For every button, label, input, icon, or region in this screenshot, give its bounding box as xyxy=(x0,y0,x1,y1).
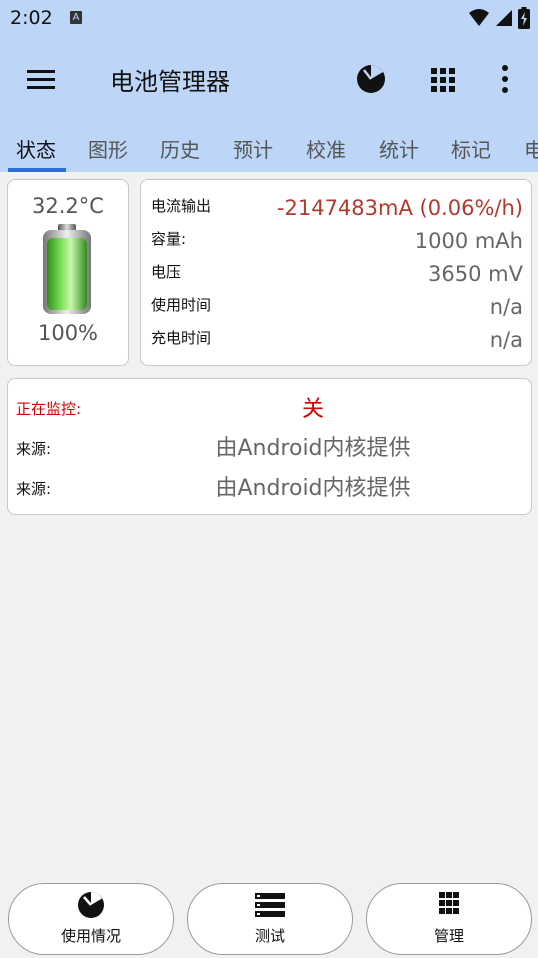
monitoring-value[interactable]: 关 xyxy=(188,391,438,423)
usage-button[interactable] xyxy=(352,60,390,98)
tab-markers[interactable]: 标记 xyxy=(451,134,491,163)
tab-more[interactable]: 电 xyxy=(524,134,538,163)
usage-time-value: n/a xyxy=(489,295,523,319)
battery-percent: 100% xyxy=(37,321,99,345)
info-row-current: 电流输出 -2147483mA (0.06%/h) xyxy=(151,190,523,220)
tab-status[interactable]: 状态 xyxy=(16,134,56,163)
menu-button[interactable] xyxy=(22,60,60,98)
status-time: 2:02 xyxy=(10,7,53,29)
temperature-value: 32.2°C xyxy=(32,194,104,218)
hamburger-menu-icon xyxy=(27,70,55,89)
tab-history[interactable]: 历史 xyxy=(160,134,200,163)
current-value: -2147483mA (0.06%/h) xyxy=(276,196,523,220)
tab-estimate[interactable]: 预计 xyxy=(233,134,273,163)
charge-time-label: 充电时间 xyxy=(151,329,212,347)
usage-time-label: 使用时间 xyxy=(151,296,212,314)
voltage-value: 3650 mV xyxy=(428,262,523,286)
list-icon xyxy=(255,893,285,917)
battery-card: 32.2°C 100% xyxy=(7,179,129,366)
app-title: 电池管理器 xyxy=(110,68,230,96)
tab-bar: 状态 图形 历史 预计 校准 统计 标记 电 xyxy=(0,120,538,172)
notification-icon: A xyxy=(70,11,82,24)
tab-graph[interactable]: 图形 xyxy=(88,134,128,163)
manage-bottom-button[interactable]: 管理 xyxy=(366,883,532,955)
usage-bottom-button[interactable]: 使用情况 xyxy=(8,883,174,955)
source-value: 由Android内核提供 xyxy=(215,476,411,501)
status-bar: 2:02 A xyxy=(0,0,538,36)
battery-info-card: 电流输出 -2147483mA (0.06%/h) 容量: 1000 mAh 电… xyxy=(140,179,532,366)
battery-level-icon xyxy=(43,224,91,314)
test-bottom-label: 测试 xyxy=(254,927,285,945)
grid-icon xyxy=(439,892,459,914)
usage-bottom-label: 使用情况 xyxy=(60,927,121,945)
monitoring-label: 正在监控: xyxy=(16,400,82,418)
battery-status-icon xyxy=(518,7,530,29)
info-row-capacity: 容量: 1000 mAh xyxy=(151,223,523,253)
app-bar: 电池管理器 xyxy=(0,36,538,120)
grid-icon xyxy=(431,68,455,92)
signal-icon xyxy=(496,10,512,26)
charge-time-value: n/a xyxy=(489,328,523,352)
manage-bottom-label: 管理 xyxy=(433,927,464,945)
source-label: 来源: xyxy=(16,440,52,458)
capacity-value: 1000 mAh xyxy=(414,229,523,253)
tab-indicator xyxy=(8,168,66,172)
source-label: 来源: xyxy=(16,480,52,498)
voltage-label: 电压 xyxy=(151,263,182,281)
more-vertical-icon xyxy=(502,65,508,93)
info-row-usage-time: 使用时间 n/a xyxy=(151,289,523,319)
capacity-label: 容量: xyxy=(151,230,187,248)
monitor-card[interactable]: 正在监控: 关 来源: 由Android内核提供 来源: 由Android内核提… xyxy=(7,378,532,515)
current-label: 电流输出 xyxy=(151,197,212,215)
pie-chart-icon xyxy=(78,892,104,918)
pie-chart-icon xyxy=(357,65,385,93)
test-bottom-button[interactable]: 测试 xyxy=(187,883,353,955)
tab-calibrate[interactable]: 校准 xyxy=(306,134,346,163)
wifi-icon xyxy=(469,9,489,26)
info-row-voltage: 电压 3650 mV xyxy=(151,256,523,286)
tab-statistics[interactable]: 统计 xyxy=(379,134,419,163)
source-value: 由Android内核提供 xyxy=(215,436,411,461)
status-icons xyxy=(468,7,530,29)
more-options-button[interactable] xyxy=(488,60,522,98)
grid-button[interactable] xyxy=(424,60,462,98)
info-row-charge-time: 充电时间 n/a xyxy=(151,322,523,352)
